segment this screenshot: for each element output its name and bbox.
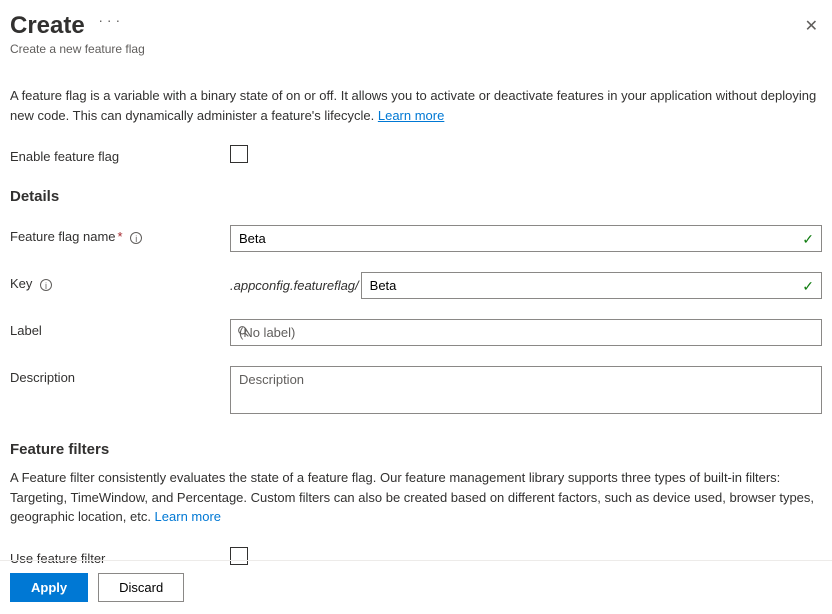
filters-text: A Feature filter consistently evaluates …: [10, 468, 822, 527]
name-input[interactable]: [230, 225, 822, 252]
filters-learn-more-link[interactable]: Learn more: [155, 509, 221, 524]
description-input[interactable]: [230, 366, 822, 414]
label-label: Label: [10, 319, 230, 338]
label-input[interactable]: [230, 319, 822, 346]
enable-flag-label: Enable feature flag: [10, 145, 230, 164]
page-subtitle: Create a new feature flag: [10, 42, 801, 56]
learn-more-link[interactable]: Learn more: [378, 108, 444, 123]
enable-flag-checkbox[interactable]: [230, 145, 248, 163]
info-icon[interactable]: i: [130, 232, 142, 244]
details-heading: Details: [10, 188, 822, 205]
close-icon[interactable]: ✕: [801, 12, 822, 40]
filters-heading: Feature filters: [10, 441, 822, 458]
info-icon[interactable]: i: [40, 279, 52, 291]
key-input[interactable]: [361, 272, 822, 299]
discard-button[interactable]: Discard: [98, 573, 184, 602]
key-prefix: .appconfig.featureflag/: [230, 278, 361, 293]
apply-button[interactable]: Apply: [10, 573, 88, 602]
intro-text: A feature flag is a variable with a bina…: [10, 86, 822, 125]
description-label: Description: [10, 366, 230, 385]
more-menu-icon[interactable]: · · ·: [98, 12, 120, 28]
page-title: Create: [10, 12, 85, 40]
name-label: Feature flag name* i: [10, 225, 230, 244]
key-label: Key i: [10, 272, 230, 291]
